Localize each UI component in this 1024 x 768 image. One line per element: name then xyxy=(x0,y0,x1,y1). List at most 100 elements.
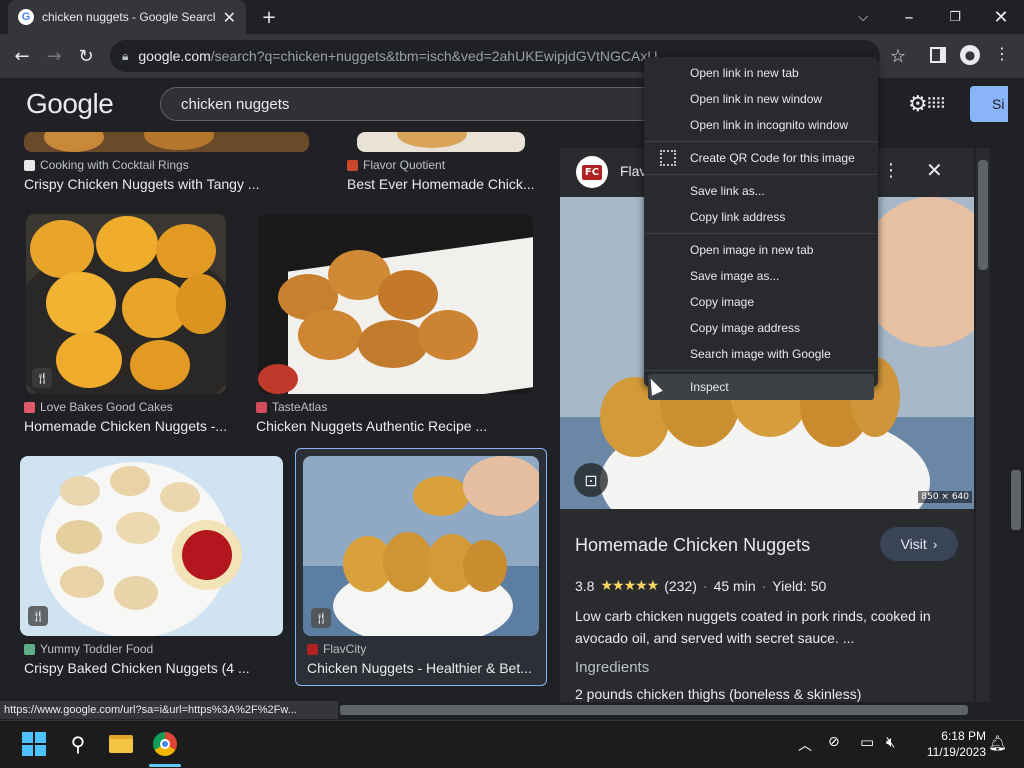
result-source-6[interactable]: FlavCity xyxy=(307,642,366,656)
google-lens-icon[interactable]: ⊡ xyxy=(574,463,608,497)
menu-open-image[interactable]: Open image in new tab xyxy=(644,237,878,263)
visit-button[interactable]: Visit › xyxy=(880,527,958,561)
tab-title: chicken nuggets - Google Search xyxy=(42,10,215,24)
result-title-2[interactable]: Best Ever Homemade Chick... xyxy=(347,176,537,192)
result-source-5[interactable]: Yummy Toddler Food xyxy=(24,642,153,656)
source-favicon-icon xyxy=(24,643,35,655)
rating-stars: ★★★★★ xyxy=(600,577,659,593)
result-source-1[interactable]: Cooking with Cocktail Rings xyxy=(24,158,189,172)
menu-copy-image[interactable]: Copy image xyxy=(644,289,878,315)
result-title-6[interactable]: Chicken Nuggets - Healthier & Bet... xyxy=(307,660,537,676)
tab-close-icon[interactable]: ✕ xyxy=(223,8,236,27)
close-panel-icon[interactable]: ✕ xyxy=(926,158,943,182)
apps-grid-icon[interactable]: ⠿⠿ xyxy=(926,95,946,113)
volume-muted-icon[interactable]: 🔇︎ xyxy=(886,733,895,751)
url-domain: google.com xyxy=(138,48,211,64)
vertical-scroll-thumb[interactable] xyxy=(1011,470,1021,530)
chevron-right-icon: › xyxy=(932,536,938,552)
chrome-menu-icon[interactable]: ⋮ xyxy=(994,44,1010,63)
menu-open-new-window[interactable]: Open link in new window xyxy=(644,86,878,112)
side-panel-icon[interactable] xyxy=(930,47,946,63)
result-title-1[interactable]: Crispy Chicken Nuggets with Tangy ... xyxy=(24,176,309,192)
network-disconnected-icon[interactable]: ⊘ xyxy=(828,734,840,750)
new-tab-button[interactable]: + xyxy=(256,4,282,30)
result-image-4[interactable] xyxy=(258,214,533,394)
display-icon[interactable]: ▭ xyxy=(860,733,874,751)
profile-icon[interactable]: ● xyxy=(960,45,980,65)
reload-icon[interactable]: ↻ xyxy=(70,40,102,72)
sign-in-button[interactable]: Si xyxy=(970,86,1008,122)
url-path: /search?q=chicken+nuggets&tbm=isch&ved=2… xyxy=(210,48,670,64)
system-clock[interactable]: 6:18 PM 11/19/2023 xyxy=(912,728,986,760)
show-hidden-icons-icon[interactable]: ︿ xyxy=(798,735,812,755)
recipe-meta: 3.8 ★★★★★ (232) · 45 min · Yield: 50 xyxy=(575,577,827,594)
menu-save-image[interactable]: Save image as... xyxy=(644,263,878,289)
status-url: https://www.google.com/url?sa=i&url=http… xyxy=(0,701,338,719)
lock-icon[interactable]: 🔒︎ xyxy=(122,49,128,64)
source-favicon-icon xyxy=(256,401,267,413)
result-title-3[interactable]: Homemade Chicken Nuggets -... xyxy=(24,418,234,434)
tab-search-icon[interactable]: ⌵ xyxy=(850,4,876,30)
result-image-3[interactable]: 🍴︎ xyxy=(26,214,226,394)
horizontal-scroll-thumb[interactable] xyxy=(340,705,968,715)
forward-icon[interactable]: → xyxy=(38,40,70,72)
recipe-badge-icon: 🍴︎ xyxy=(32,368,52,388)
result-source-3[interactable]: Love Bakes Good Cakes xyxy=(24,400,173,414)
image-dimensions: 850 × 640 xyxy=(918,491,972,503)
google-favicon-icon: G xyxy=(18,9,34,25)
recipe-badge-icon: 🍴︎ xyxy=(28,606,48,626)
menu-save-link[interactable]: Save link as... xyxy=(644,178,878,204)
search-icon[interactable]: ⚲ xyxy=(62,728,94,760)
file-explorer-icon[interactable] xyxy=(105,728,137,760)
menu-open-incognito[interactable]: Open link in incognito window xyxy=(644,112,878,138)
result-image-6[interactable]: 🍴︎ xyxy=(303,456,539,636)
search-input[interactable]: chicken nuggets xyxy=(160,87,680,121)
result-title-5[interactable]: Crispy Baked Chicken Nuggets (4 ... xyxy=(24,660,284,676)
menu-copy-image-address[interactable]: Copy image address xyxy=(644,315,878,341)
menu-search-image[interactable]: Search image with Google xyxy=(644,341,878,367)
result-title-4[interactable]: Chicken Nuggets Authentic Recipe ... xyxy=(256,418,536,434)
site-name[interactable]: Flav xyxy=(620,163,646,179)
active-app-indicator xyxy=(149,764,181,767)
minimize-button[interactable]: – xyxy=(896,4,922,30)
vertical-scrollbar[interactable] xyxy=(1008,78,1024,718)
menu-divider xyxy=(644,174,878,175)
ingredients-heading: Ingredients xyxy=(575,659,650,676)
menu-divider xyxy=(644,370,878,371)
chrome-icon[interactable] xyxy=(149,728,181,760)
notification-bell-icon[interactable]: 🔔︎ xyxy=(988,734,1007,752)
result-image-1[interactable] xyxy=(24,132,309,152)
windows-start-icon[interactable] xyxy=(18,728,50,760)
result-image-5[interactable]: 🍴︎ xyxy=(20,456,283,636)
back-icon[interactable]: ← xyxy=(6,40,38,72)
result-source-4[interactable]: TasteAtlas xyxy=(256,400,327,414)
browser-tab[interactable]: G chicken nuggets - Google Search ✕ xyxy=(8,0,246,34)
menu-open-new-tab[interactable]: Open link in new tab xyxy=(644,60,878,86)
context-menu: Open link in new tab Open link in new wi… xyxy=(644,57,878,400)
menu-divider xyxy=(644,233,878,234)
settings-gear-icon[interactable]: ⚙ xyxy=(908,92,928,117)
site-logo[interactable]: FC xyxy=(576,156,608,188)
panel-scrollbar[interactable] xyxy=(976,148,990,702)
menu-inspect[interactable]: Inspect xyxy=(648,374,874,400)
source-favicon-icon xyxy=(24,401,35,413)
ingredient-item: 2 pounds chicken thighs (boneless & skin… xyxy=(575,686,862,702)
result-source-2[interactable]: Flavor Quotient xyxy=(347,158,445,172)
bookmark-star-icon[interactable]: ☆ xyxy=(882,40,914,72)
recipe-description: Low carb chicken nuggets coated in pork … xyxy=(575,608,931,646)
menu-divider xyxy=(644,141,878,142)
menu-create-qr[interactable]: Create QR Code for this image xyxy=(644,145,878,171)
horizontal-scrollbar[interactable] xyxy=(338,702,1008,718)
restore-button[interactable]: ❐ xyxy=(942,4,968,30)
qr-code-icon xyxy=(660,150,676,166)
source-favicon-icon xyxy=(24,159,35,171)
close-window-button[interactable]: ✕ xyxy=(988,4,1014,30)
recipe-badge-icon: 🍴︎ xyxy=(311,608,331,628)
source-favicon-icon xyxy=(347,159,358,171)
source-favicon-icon xyxy=(307,643,318,655)
result-image-2[interactable] xyxy=(357,132,525,152)
menu-copy-link[interactable]: Copy link address xyxy=(644,204,878,230)
panel-title[interactable]: Homemade Chicken Nuggets xyxy=(575,535,810,556)
more-options-icon[interactable]: ⋮ xyxy=(882,160,900,181)
google-logo[interactable]: Google xyxy=(26,88,114,120)
